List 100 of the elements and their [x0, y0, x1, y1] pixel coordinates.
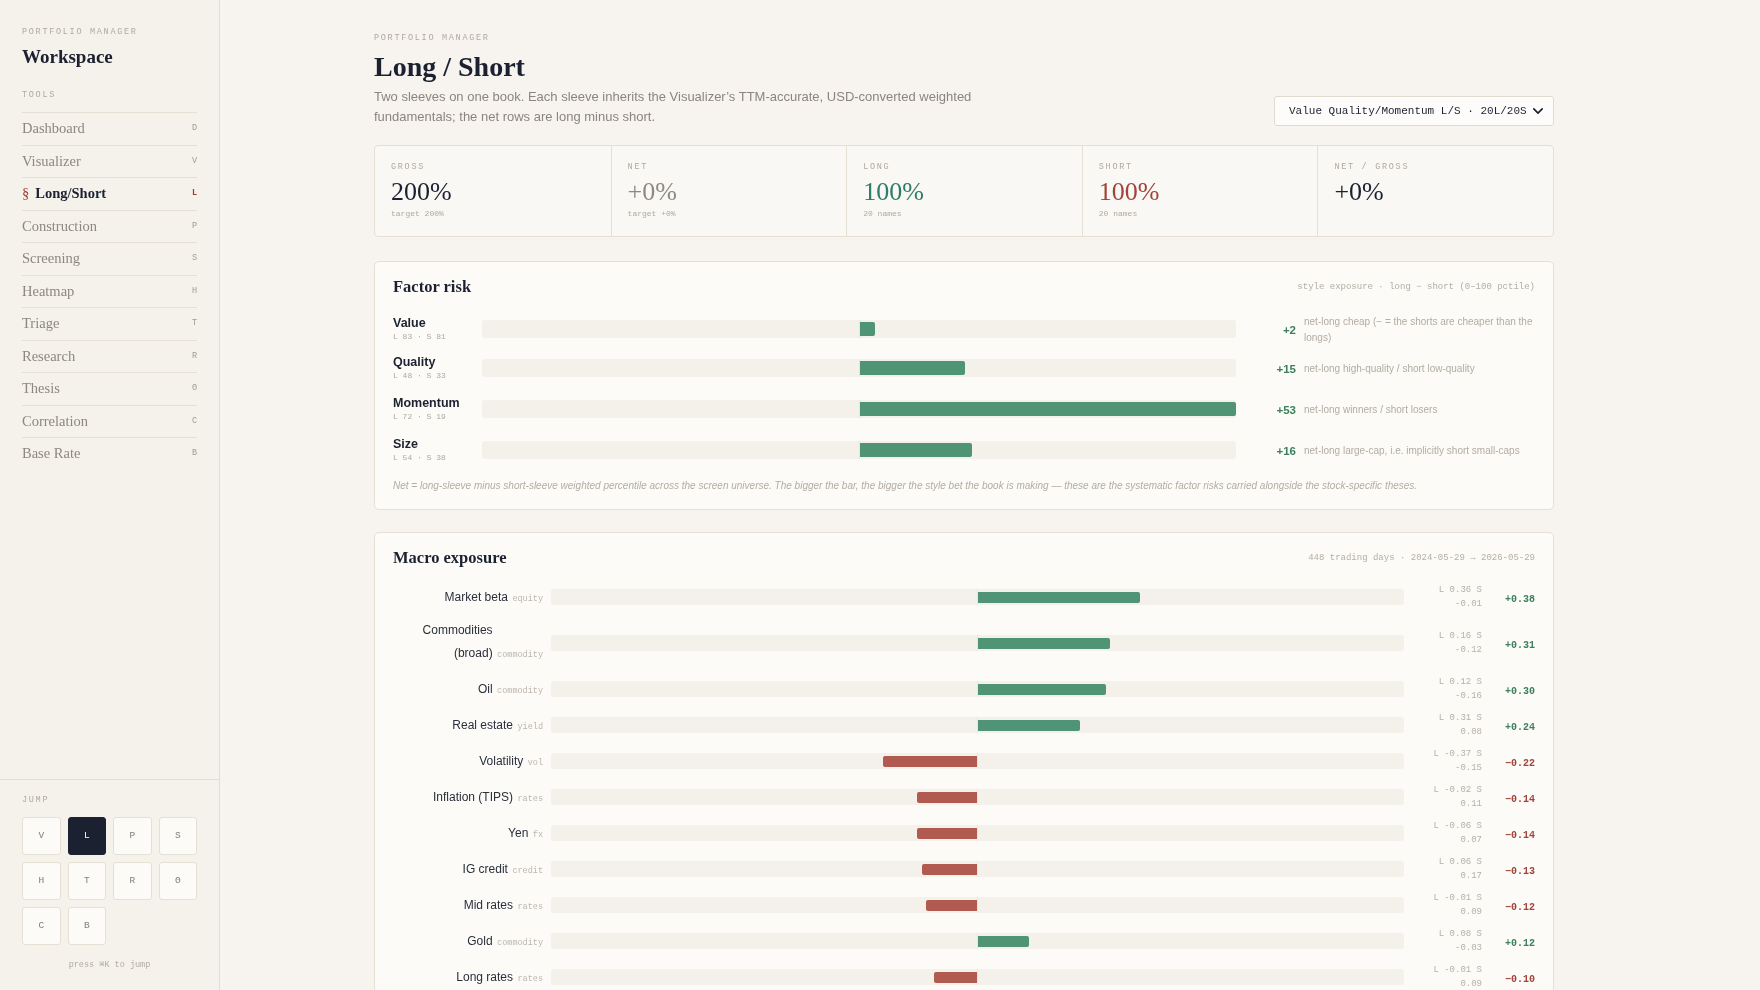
- nav-item[interactable]: Construction: [22, 216, 97, 236]
- jump-key[interactable]: V: [22, 817, 61, 855]
- stat-value: +0%: [1334, 177, 1384, 207]
- stat-label: GROSS: [391, 161, 425, 173]
- asset-class-tag: rates: [517, 793, 543, 804]
- stat-label: NET / GROSS: [1334, 161, 1410, 173]
- jump-key[interactable]: P: [113, 817, 152, 855]
- nav-item[interactable]: Base Rate: [22, 444, 81, 464]
- jump-key[interactable]: H: [22, 862, 61, 900]
- asset-class-tag: rates: [517, 901, 543, 912]
- shortcut-hint: R: [191, 349, 197, 363]
- sleeve-betas: L -0.01 S 0.09: [1432, 892, 1482, 919]
- macro-factor-name: Real estate: [452, 716, 514, 734]
- net-beta: +0.38: [1505, 594, 1535, 605]
- stat-note: target 200%: [391, 208, 444, 220]
- jump-key[interactable]: B: [67, 907, 106, 945]
- net-exposure: +2: [1282, 324, 1296, 336]
- stat-label: LONG: [863, 161, 891, 173]
- section-caption: 448 trading days · 2024-05-29 → 2026-05-29: [1308, 552, 1535, 564]
- factor-name: Value: [393, 315, 426, 331]
- book-select[interactable]: Value Quality/Momentum L/S · 20L/20S: [1274, 96, 1554, 126]
- jump-key[interactable]: R: [113, 862, 152, 900]
- nav-item[interactable]: Visualizer: [22, 151, 81, 171]
- factor-note: net-long high-quality / short low-quality: [1304, 363, 1475, 374]
- macro-factor-name: Mid rates: [463, 896, 514, 914]
- jump-key[interactable]: L: [67, 817, 106, 855]
- sleeve-scores: L 72 · S 19: [393, 411, 446, 423]
- macro-factor-name: Market beta: [444, 588, 508, 606]
- sleeve-scores: L 54 · S 38: [393, 452, 446, 464]
- shortcut-hint: D: [191, 122, 197, 135]
- factor-note: net-long large-cap, i.e. implicitly short small-caps: [1304, 445, 1520, 456]
- sleeve-betas: L 0.12 S -0.16: [1437, 676, 1482, 703]
- page-title: Long / Short: [374, 50, 525, 84]
- net-exposure: +53: [1276, 404, 1296, 416]
- macro-factor-name: Oil: [477, 680, 493, 698]
- macro-factor-name: Commodities (broad): [421, 622, 493, 662]
- stat-note: target +0%: [627, 208, 676, 220]
- sleeve-betas: L -0.01 S 0.09: [1432, 964, 1482, 990]
- asset-class-tag: credit: [512, 865, 543, 876]
- chevron-down-icon: [1533, 108, 1543, 114]
- asset-class-tag: vol: [527, 757, 543, 768]
- stat-value: 200%: [391, 177, 452, 207]
- footnote: Net = long-sleeve minus short-sleeve weighted percentile across the screen universe. The bigger the bar, the bigger the style bet the book is making — these are the systematic factor risks carried alongside the stock-specific theses.: [393, 479, 1419, 493]
- factor-name: Momentum: [393, 395, 460, 411]
- net-beta: −0.12: [1505, 902, 1535, 913]
- nav-item[interactable]: Screening: [22, 249, 80, 269]
- net-beta: −0.14: [1505, 830, 1535, 841]
- stat-note: 20 names: [1098, 208, 1138, 220]
- keyboard-hint: press ⌘K to jump: [68, 960, 151, 970]
- section-title: Factor risk: [393, 276, 472, 298]
- jump-key[interactable]: C: [22, 907, 61, 945]
- nav-item[interactable]: Thesis: [22, 379, 60, 399]
- net-exposure: +16: [1276, 445, 1296, 457]
- nav-item[interactable]: Heatmap: [22, 281, 75, 301]
- macro-factor-name: IG credit: [462, 860, 508, 878]
- macro-factor-name: Long rates: [456, 968, 514, 986]
- stat-label: SHORT: [1098, 161, 1133, 173]
- macro-factor-name: Inflation (TIPS): [433, 788, 514, 806]
- factor-name: Quality: [393, 354, 436, 370]
- asset-class-tag: fx: [532, 829, 543, 840]
- sleeve-betas: L -0.02 S 0.11: [1432, 784, 1482, 811]
- sleeve-scores: L 83 · S 81: [393, 331, 446, 343]
- factor-note: net-long cheap (− = the shorts are cheaper than the longs): [1304, 316, 1533, 343]
- net-beta: +0.24: [1505, 722, 1535, 733]
- shortcut-hint: T: [191, 317, 197, 330]
- asset-class-tag: equity: [512, 593, 543, 604]
- macro-factor-name: Gold: [467, 932, 493, 950]
- stat-value: +0%: [627, 177, 677, 207]
- nav-item[interactable]: Long/Short: [35, 184, 107, 204]
- net-beta: +0.12: [1505, 938, 1535, 949]
- sleeve-betas: L -0.06 S 0.07: [1432, 820, 1482, 847]
- sleeve-betas: L 0.31 S 0.08: [1437, 712, 1482, 739]
- nav-item[interactable]: Correlation: [22, 411, 89, 431]
- shortcut-hint: S: [191, 252, 197, 265]
- section-marker: §: [22, 184, 30, 203]
- shortcut-hint: Θ: [191, 382, 197, 395]
- nav-item[interactable]: Triage: [22, 314, 60, 334]
- sleeve-scores: L 48 · S 33: [393, 370, 446, 382]
- net-beta: −0.13: [1505, 866, 1535, 877]
- sleeve-betas: L 0.36 S -0.01: [1437, 584, 1482, 611]
- asset-class-tag: commodity: [497, 937, 543, 948]
- nav-item[interactable]: Dashboard: [22, 119, 85, 139]
- nav-item[interactable]: Research: [22, 346, 76, 366]
- net-beta: +0.31: [1505, 640, 1535, 651]
- shortcut-hint: V: [191, 154, 197, 168]
- macro-factor-name: Volatility: [479, 752, 524, 770]
- jump-key[interactable]: S: [158, 817, 197, 855]
- asset-class-tag: commodity: [497, 650, 543, 660]
- sleeve-betas: L -0.37 S -0.15: [1432, 748, 1482, 775]
- section-label: JUMP: [22, 794, 50, 806]
- jump-key[interactable]: T: [67, 862, 106, 900]
- jump-key[interactable]: Θ: [158, 862, 197, 900]
- app-eyebrow: PORTFOLIO MANAGER: [22, 26, 138, 38]
- stat-value: 100%: [863, 177, 924, 207]
- asset-class-tag: rates: [517, 973, 543, 984]
- shortcut-hint: H: [191, 284, 197, 298]
- asset-class-tag: commodity: [497, 685, 543, 696]
- page-eyebrow: PORTFOLIO MANAGER: [374, 32, 490, 44]
- section-caption: style exposure · long − short (0–100 pctile): [1297, 281, 1535, 293]
- section-title: Macro exposure: [393, 547, 507, 569]
